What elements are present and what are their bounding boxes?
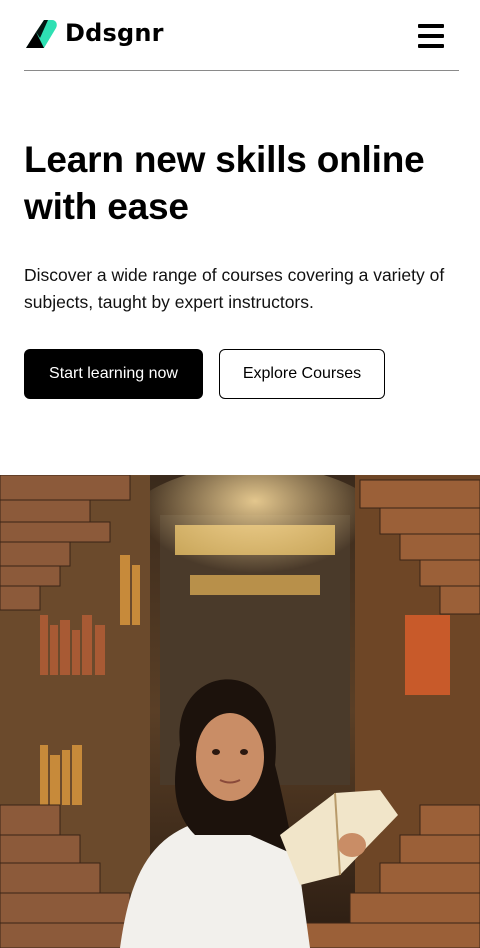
brand-logo-icon [26, 20, 57, 48]
hero-subtitle: Discover a wide range of courses coverin… [24, 265, 445, 312]
site-header: Ddsgnr [24, 0, 459, 71]
start-learning-button[interactable]: Start learning now [24, 349, 203, 399]
hamburger-menu-icon[interactable] [418, 24, 444, 48]
brand-logo[interactable]: Ddsgnr [24, 18, 164, 48]
explore-courses-button[interactable]: Explore Courses [219, 349, 385, 399]
hero-image [0, 475, 480, 948]
hero-title: Learn new skills online with ease [24, 139, 425, 227]
menu-bar [418, 34, 444, 38]
menu-bar [418, 24, 444, 28]
menu-bar [418, 44, 444, 48]
brand-name: Ddsgnr [65, 19, 164, 47]
